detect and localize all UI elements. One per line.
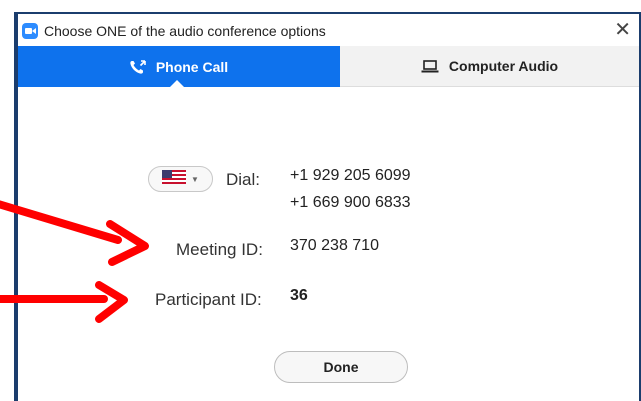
laptop-icon	[421, 59, 439, 73]
audio-options-dialog: Choose ONE of the audio conference optio…	[14, 12, 641, 401]
audio-tabs: Phone Call Computer Audio	[18, 46, 639, 88]
tab-computer-audio[interactable]: Computer Audio	[340, 46, 639, 87]
dial-number-2: +1 669 900 6833	[290, 194, 411, 211]
active-tab-indicator	[169, 80, 185, 88]
us-flag-icon	[162, 169, 187, 189]
window-title: Choose ONE of the audio conference optio…	[44, 23, 326, 39]
dial-label: Dial:	[226, 170, 261, 189]
tab-computer-audio-label: Computer Audio	[448, 58, 559, 74]
tab-phone-call-label: Phone Call	[155, 58, 229, 75]
phone-icon	[130, 59, 146, 74]
meeting-id-value: 370 238 710	[290, 237, 379, 254]
dial-number-1: +1 929 205 6099	[290, 167, 411, 184]
title-bar: Choose ONE of the audio conference optio…	[18, 14, 639, 46]
tab-phone-call[interactable]: Phone Call	[18, 46, 340, 88]
zoom-app-icon	[22, 23, 38, 39]
done-button[interactable]: Done	[274, 351, 408, 383]
country-select[interactable]: ▼	[148, 166, 213, 192]
participant-id-value: 36	[290, 287, 308, 304]
chevron-down-icon: ▼	[191, 174, 199, 184]
close-button[interactable]: ✕	[614, 19, 631, 39]
participant-id-label: Participant ID:	[155, 290, 262, 309]
meeting-id-label: Meeting ID:	[176, 240, 263, 259]
